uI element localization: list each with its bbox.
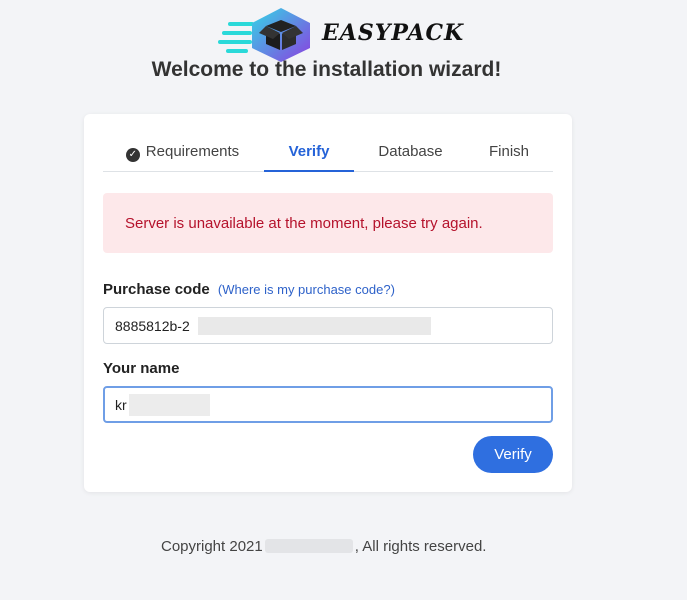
tab-verify-label: Verify — [288, 143, 330, 160]
box-speed-icon — [218, 8, 310, 62]
footer-prefix: Copyright 2021 — [161, 538, 263, 555]
page-title: Welcome to the installation wizard! — [151, 58, 502, 81]
footer-suffix: , All rights reserved. — [354, 538, 487, 555]
redacted-region — [129, 394, 210, 416]
error-alert: Server is unavailable at the moment, ple… — [103, 193, 553, 253]
tab-finish[interactable]: Finish — [481, 135, 537, 170]
your-name-input[interactable]: kr — [103, 386, 553, 423]
your-name-label: Your name — [103, 360, 180, 377]
error-alert-message: Server is unavailable at the moment, ple… — [125, 215, 483, 232]
wizard-card: ✓ Requirements Verify Database Finish Ser… — [84, 114, 572, 492]
purchase-code-label-text: Purchase code — [103, 281, 210, 298]
tab-database[interactable]: Database — [373, 135, 448, 170]
purchase-code-label: Purchase code (Where is my purchase code… — [103, 281, 395, 298]
tab-verify[interactable]: Verify — [264, 135, 354, 172]
your-name-value: kr — [115, 397, 127, 413]
purchase-code-help-link[interactable]: (Where is my purchase code?) — [218, 282, 395, 297]
wizard-tabs: ✓ Requirements Verify Database Finish — [103, 135, 553, 172]
verify-button[interactable]: Verify — [473, 436, 553, 473]
purchase-code-input[interactable]: 8885812b-2 — [103, 307, 553, 344]
tab-database-label: Database — [378, 143, 443, 160]
tab-finish-label: Finish — [488, 143, 529, 160]
redacted-region — [198, 317, 431, 335]
purchase-code-value: 8885812b-2 — [115, 318, 190, 334]
footer-copyright: Copyright 2021 , All rights reserved. — [161, 538, 486, 555]
easypack-logo: EASYPACK — [218, 6, 478, 62]
check-circle-icon: ✓ — [125, 148, 140, 162]
tab-requirements-label: Requirements — [145, 143, 240, 160]
redacted-region — [264, 539, 353, 553]
brand-name: EASYPACK — [322, 20, 465, 46]
tab-requirements[interactable]: ✓ Requirements — [125, 135, 240, 170]
